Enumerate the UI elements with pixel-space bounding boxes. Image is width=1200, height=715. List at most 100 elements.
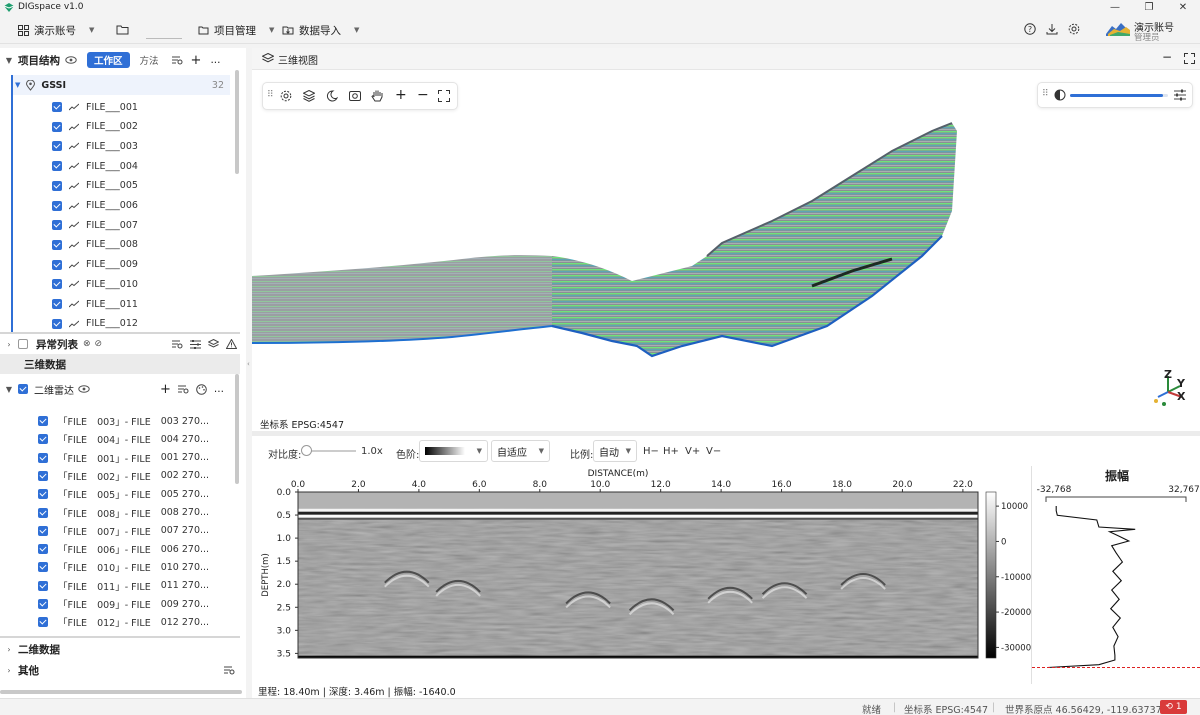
adapt-select[interactable]: 自适应 ▼ xyxy=(491,440,550,462)
add-icon[interactable]: + xyxy=(191,53,202,68)
radar-item-checkbox[interactable] xyxy=(38,416,48,426)
minimize-button[interactable]: — xyxy=(1098,0,1132,16)
radar-list-item[interactable]: 「FILE 003」- FILE 003 270... xyxy=(38,412,209,430)
tab-workspace[interactable]: 工作区 xyxy=(87,52,130,68)
radar-item-checkbox[interactable] xyxy=(38,617,48,628)
fullscreen-icon[interactable] xyxy=(438,90,450,102)
zoom-in-icon[interactable]: + xyxy=(395,87,407,103)
amplitude-trace-chart[interactable]: 振幅 -32,768 32,767 xyxy=(1032,466,1200,684)
palette-icon[interactable] xyxy=(196,383,207,395)
project-structure-header[interactable]: ▼ 项目结构 工作区 方法 + ... xyxy=(0,50,240,70)
avatar[interactable] xyxy=(1106,20,1130,40)
file-item[interactable]: FILE___002 xyxy=(52,117,138,137)
radar-item-checkbox[interactable] xyxy=(38,434,48,445)
more-icon[interactable]: ... xyxy=(214,383,224,395)
eye-icon[interactable] xyxy=(65,56,77,64)
radar-list-item[interactable]: 「FILE 004」- FILE 004 270... xyxy=(38,430,209,448)
link-icon[interactable]: ⊗ xyxy=(83,339,91,349)
download-icon[interactable] xyxy=(1046,23,1058,35)
radar-list-item[interactable]: 「FILE 005」- FILE 005 270... xyxy=(38,485,209,503)
fullscreen-icon[interactable] xyxy=(1184,53,1195,64)
radar-list-item[interactable]: 「FILE 009」- FILE 009 270... xyxy=(38,595,209,613)
maximize-button[interactable]: ❐ xyxy=(1132,0,1166,16)
account-menu[interactable]: 演示账号 ▼ xyxy=(18,22,94,38)
file-checkbox[interactable] xyxy=(52,239,62,250)
file-checkbox[interactable] xyxy=(52,318,62,329)
radar-item-checkbox[interactable] xyxy=(38,599,48,609)
radar-list-item[interactable]: 「FILE 002」- FILE 002 270... xyxy=(38,467,209,485)
file-item[interactable]: FILE___009 xyxy=(52,255,138,275)
file-checkbox[interactable] xyxy=(52,200,62,211)
radar-list-item[interactable]: 「FILE 008」- FILE 008 270... xyxy=(38,504,209,522)
radar-item-checkbox[interactable] xyxy=(38,544,48,555)
warning-icon[interactable] xyxy=(226,339,238,349)
radar2d-group-header[interactable]: ▼ 二维雷达 + ... xyxy=(0,379,240,399)
file-checkbox[interactable] xyxy=(52,180,62,191)
file-checkbox[interactable] xyxy=(52,102,62,112)
file-checkbox[interactable] xyxy=(52,259,62,270)
tab-method[interactable]: 方法 xyxy=(140,53,159,67)
radar-item-checkbox[interactable] xyxy=(38,562,48,573)
radar-item-checkbox[interactable] xyxy=(38,489,48,500)
other-header[interactable]: › 其他 xyxy=(0,660,240,680)
layers-icon[interactable] xyxy=(208,339,220,349)
layers-icon[interactable] xyxy=(303,90,315,102)
project-tree-scrollbar[interactable] xyxy=(235,70,239,174)
folder-icon[interactable] xyxy=(116,24,129,35)
file-item[interactable]: FILE___006 xyxy=(52,196,138,216)
radar-item-checkbox[interactable] xyxy=(38,452,48,463)
drag-handle-icon[interactable]: ⠿ xyxy=(267,90,274,100)
file-item[interactable]: FILE___003 xyxy=(52,136,138,156)
scale-select[interactable]: 自动 ▼ xyxy=(593,440,637,462)
file-item[interactable]: FILE___012 xyxy=(52,314,138,334)
minimize-panel-icon[interactable]: − xyxy=(1162,50,1172,64)
settings-gear-icon[interactable] xyxy=(280,90,292,102)
panel-divider[interactable] xyxy=(0,636,240,638)
brightness-slider[interactable] xyxy=(1070,94,1168,97)
radar-item-checkbox[interactable] xyxy=(38,470,48,481)
file-checkbox[interactable] xyxy=(52,121,62,132)
file-checkbox[interactable] xyxy=(52,220,62,231)
tree-root-gssi[interactable]: ▼ GSSI 32 xyxy=(12,75,230,95)
settings-gear-icon[interactable] xyxy=(1068,23,1080,35)
drag-handle-icon[interactable]: ⠿ xyxy=(1042,89,1049,99)
radar-item-checkbox[interactable] xyxy=(38,525,48,536)
radar-list-scrollbar[interactable] xyxy=(235,374,239,484)
radar2d-checkbox[interactable] xyxy=(18,384,28,394)
file-item[interactable]: FILE___001 xyxy=(52,97,138,117)
pan-hand-icon[interactable] xyxy=(371,89,384,103)
radar-item-checkbox[interactable] xyxy=(38,507,48,518)
notification-badge[interactable]: ⟲ 1 xyxy=(1160,700,1187,714)
file-checkbox[interactable] xyxy=(52,279,62,290)
radar-item-checkbox[interactable] xyxy=(38,580,48,591)
data2d-header[interactable]: › 二维数据 xyxy=(0,639,240,659)
radar-list-item[interactable]: 「FILE 006」- FILE 006 270... xyxy=(38,540,209,558)
zoom-out-icon[interactable]: − xyxy=(417,87,429,103)
close-window-button[interactable]: ✕ xyxy=(1166,0,1200,16)
sliders-icon[interactable] xyxy=(190,339,202,349)
radar-list-item[interactable]: 「FILE 012」- FILE 012 270... xyxy=(38,613,209,631)
help-icon[interactable]: ? xyxy=(1024,23,1036,35)
moon-icon[interactable] xyxy=(326,90,338,102)
anomaly-checkbox[interactable] xyxy=(18,339,28,349)
contrast-slider-thumb[interactable] xyxy=(301,445,312,456)
radar-list-item[interactable]: 「FILE 010」- FILE 010 270... xyxy=(38,558,209,576)
file-checkbox[interactable] xyxy=(52,161,62,172)
file-item[interactable]: FILE___011 xyxy=(52,294,138,314)
left-panel-hscrollbar[interactable] xyxy=(0,690,242,694)
radar-list-item[interactable]: 「FILE 011」- FILE 011 270... xyxy=(38,577,209,595)
h-minus-button[interactable]: H− xyxy=(643,446,659,457)
file-checkbox[interactable] xyxy=(52,141,62,152)
anomaly-list-header[interactable]: › 异常列表 ⊗ ⊘ xyxy=(0,334,240,354)
filter-list-icon[interactable] xyxy=(172,340,183,349)
file-item[interactable]: FILE___005 xyxy=(52,176,138,196)
splitter-handle[interactable]: ‹ xyxy=(247,360,250,368)
project-management-menu[interactable]: 项目管理 ▼ xyxy=(198,22,274,38)
radar-list-item[interactable]: 「FILE 001」- FILE 001 270... xyxy=(38,449,209,467)
add-icon[interactable]: + xyxy=(160,382,171,397)
more-icon[interactable]: ... xyxy=(210,54,220,66)
eye-icon[interactable] xyxy=(78,385,90,393)
filter-list-icon[interactable] xyxy=(177,385,189,394)
v-minus-button[interactable]: V− xyxy=(706,446,721,457)
file-item[interactable]: FILE___007 xyxy=(52,215,138,235)
